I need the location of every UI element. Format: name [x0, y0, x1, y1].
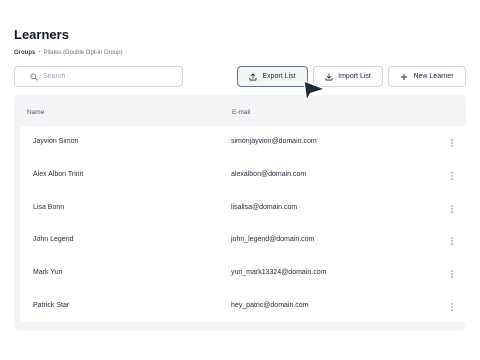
kebab-menu-icon[interactable] [447, 267, 457, 281]
table-row[interactable]: Lisa Bonn lisalisa@domain.com [20, 192, 474, 224]
page-title: Learners [14, 27, 69, 42]
learner-name: Mark Yuri [33, 269, 63, 276]
table-header: Name E-mail [14, 95, 466, 127]
search-icon [30, 73, 38, 81]
column-header-name[interactable]: Name [27, 109, 44, 116]
mouse-pointer-icon [300, 79, 328, 110]
breadcrumb-separator: • [38, 50, 41, 56]
learner-email: simonjayvion@domain.com [231, 138, 317, 145]
kebab-menu-icon[interactable] [447, 202, 457, 216]
breadcrumb-groups-link[interactable]: Groups [14, 50, 35, 56]
learner-name: Jayvion Simon [33, 138, 79, 145]
learner-email: yuri_mark13324@domain.com [231, 269, 327, 276]
table-row[interactable]: Patrick Star hey_patric@domain.com [20, 290, 474, 322]
search-input[interactable] [43, 73, 173, 80]
learners-table: Name E-mail Jayvion Simon simonjayvion@d… [14, 95, 474, 331]
learner-email: hey_patric@domain.com [231, 302, 309, 309]
table-row[interactable]: John Legend john_legend@domain.com [20, 224, 474, 256]
learner-name: Lisa Bonn [33, 204, 65, 211]
table-body: Jayvion Simon simonjayvion@domain.com Al… [20, 126, 474, 322]
learner-email: john_legend@domain.com [231, 236, 315, 243]
learner-name: Patrick Star [33, 302, 70, 309]
export-list-button[interactable]: Export List [237, 66, 308, 87]
learner-email: alexalbon@domain.com [231, 171, 307, 178]
table-row[interactable]: Mark Yuri yuri_mark13324@domain.com [20, 257, 474, 289]
plus-icon [400, 73, 408, 81]
breadcrumb: Groups • Pilates (Double Opt-in Group) [14, 50, 123, 56]
breadcrumb-current: Pilates (Double Opt-in Group) [43, 50, 123, 56]
export-list-label: Export List [262, 73, 296, 80]
new-learner-label: New Learner [413, 73, 454, 80]
search-box[interactable] [14, 66, 183, 87]
new-learner-button[interactable]: New Learner [388, 66, 466, 87]
upload-icon [249, 72, 257, 81]
table-row[interactable]: Jayvion Simon simonjayvion@domain.com [20, 126, 474, 158]
learner-name: Alex Albon Trinit [33, 171, 84, 178]
table-row[interactable]: Alex Albon Trinit alexalbon@domain.com [20, 159, 474, 191]
column-header-email[interactable]: E-mail [232, 109, 250, 116]
import-list-label: Import List [338, 73, 371, 80]
learner-name: John Legend [33, 236, 74, 243]
kebab-menu-icon[interactable] [447, 169, 457, 183]
kebab-menu-icon[interactable] [447, 234, 457, 248]
learner-email: lisalisa@domain.com [231, 204, 298, 211]
kebab-menu-icon[interactable] [447, 300, 457, 314]
kebab-menu-icon[interactable] [447, 136, 457, 150]
